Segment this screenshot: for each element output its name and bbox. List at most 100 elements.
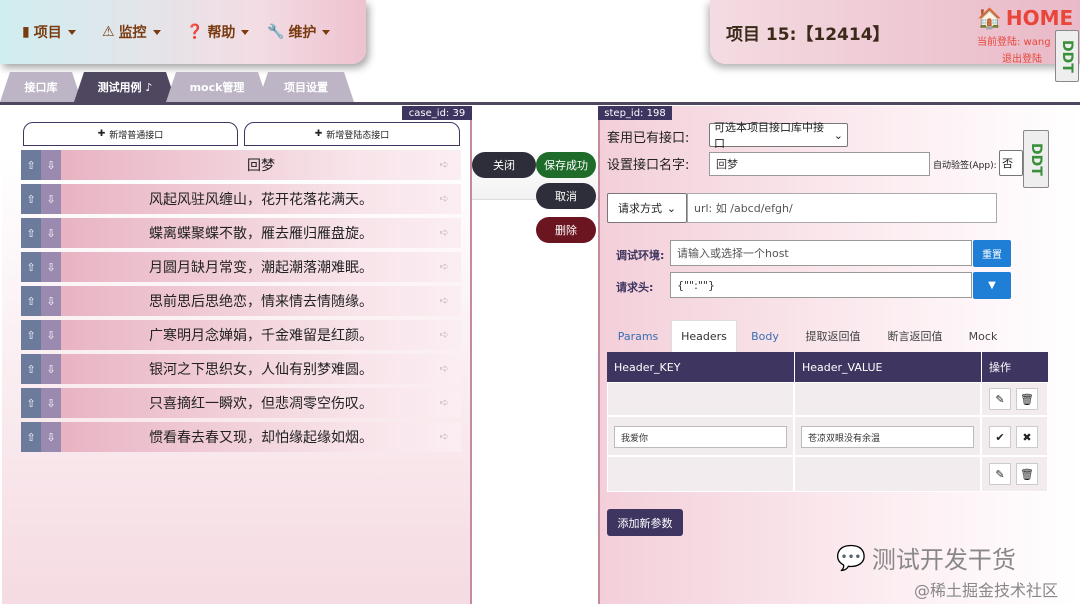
- arrow-down-icon[interactable]: ⇩: [41, 320, 61, 350]
- step-item[interactable]: 广寒明月念婵娟，千金难留是红颜。 ➪: [61, 320, 461, 350]
- tab-params[interactable]: Params: [612, 320, 664, 352]
- watermark-title: 💬 测试开发干货: [836, 540, 1016, 575]
- env-label: 调试环境:: [616, 249, 665, 262]
- nav-item-help[interactable]: ❓ 帮助: [186, 22, 250, 42]
- column-header: Header_KEY: [607, 352, 794, 382]
- delete-button[interactable]: 删除: [536, 217, 596, 243]
- tab-extract[interactable]: 提取返回值: [798, 320, 868, 352]
- tab-headers[interactable]: Headers: [671, 320, 737, 352]
- auto-verify-value: 否: [1002, 157, 1013, 170]
- step-label: 广寒明月念婵娟，千金难留是红颜。: [149, 328, 373, 344]
- tab-body[interactable]: Body: [744, 320, 786, 352]
- warning-icon: ⚠: [102, 24, 115, 40]
- arrow-down-icon[interactable]: ⇩: [41, 184, 61, 214]
- tab-assert[interactable]: 断言返回值: [880, 320, 950, 352]
- ddt-side-badge: DDT: [1023, 130, 1049, 188]
- table-cell: [607, 382, 794, 416]
- house-icon: 🏠: [977, 6, 1002, 30]
- step-item[interactable]: 只喜摘红一瞬欢，但悲凋零空伤叹。 ➪: [61, 388, 461, 418]
- nav-item-monitor[interactable]: ⚠ 监控: [102, 22, 161, 42]
- arrow-right-icon: ➪: [439, 192, 449, 205]
- add-param-button[interactable]: 添加新参数: [607, 509, 683, 536]
- api-name-input[interactable]: 回梦: [709, 152, 930, 176]
- url-input[interactable]: url: 如 /abcd/efgh/: [687, 193, 997, 223]
- nav-item-label: 维护: [288, 25, 317, 41]
- arrow-up-icon[interactable]: ⇧: [21, 320, 41, 350]
- watermark-source: @稀土掘金技术社区: [914, 581, 1059, 600]
- arrow-down-icon[interactable]: ⇩: [41, 286, 61, 316]
- close-button[interactable]: 关闭: [472, 152, 536, 178]
- step-row: ⇧ ⇩ 风起风驻风缠山，花开花落花满天。 ➪: [21, 184, 461, 214]
- current-user: 当前登陆: wang: [977, 37, 1051, 48]
- arrow-right-icon: ➪: [439, 226, 449, 239]
- arrow-down-icon[interactable]: ⇩: [41, 218, 61, 248]
- home-label: HOME: [1005, 6, 1074, 30]
- add-normal-api-button[interactable]: ✚ 新增普通接口: [23, 122, 238, 146]
- edit-icon[interactable]: ✎: [989, 463, 1011, 485]
- table-cell: [794, 456, 981, 492]
- chevron-down-icon: [67, 29, 76, 35]
- step-item[interactable]: 银河之下思织女，人仙有别梦难圆。 ➪: [61, 354, 461, 384]
- header-key-input[interactable]: 我爱你: [614, 426, 787, 448]
- tab-project-settings[interactable]: 项目设置: [258, 72, 354, 102]
- step-item[interactable]: 月圆月缺月常变，潮起潮落潮难眠。 ➪: [61, 252, 461, 282]
- trash-icon[interactable]: 🗑: [1016, 388, 1038, 410]
- close-icon[interactable]: ✖: [1016, 426, 1038, 448]
- arrow-up-icon[interactable]: ⇧: [21, 218, 41, 248]
- caret-down-icon: ▼: [988, 280, 996, 291]
- existing-api-select[interactable]: 可选本项目接口库中接口 ⌄: [709, 121, 848, 150]
- arrow-up-icon[interactable]: ⇧: [21, 422, 41, 452]
- home-link[interactable]: 🏠 HOME: [977, 6, 1073, 30]
- arrow-right-icon: ➪: [439, 396, 449, 409]
- nav-item-label: 监控: [118, 25, 147, 41]
- step-item[interactable]: 回梦 ➪: [61, 150, 461, 180]
- step-item[interactable]: 风起风驻风缠山，花开花落花满天。 ➪: [61, 184, 461, 214]
- arrow-up-icon[interactable]: ⇧: [21, 354, 41, 384]
- add-login-api-button[interactable]: ✚ 新增登陆态接口: [244, 122, 460, 146]
- step-label: 思前思后思绝恋，情来情去情随缘。: [149, 294, 373, 310]
- step-row: ⇧ ⇩ 惯看春去春又现，却怕缘起缘如烟。 ➪: [21, 422, 461, 452]
- arrow-down-icon[interactable]: ⇩: [41, 388, 61, 418]
- tab-mock[interactable]: Mock: [960, 320, 1006, 352]
- env-input[interactable]: 请输入或选择一个host: [670, 240, 972, 266]
- add-normal-label: 新增普通接口: [109, 130, 164, 141]
- method-select[interactable]: 请求方式 ⌄: [607, 193, 687, 223]
- reset-button[interactable]: 重置: [973, 240, 1011, 267]
- step-item[interactable]: 蝶离蝶聚蝶不散，雁去雁归雁盘旋。 ➪: [61, 218, 461, 248]
- save-button[interactable]: 保存成功: [536, 152, 596, 178]
- arrow-up-icon[interactable]: ⇧: [21, 286, 41, 316]
- header-input[interactable]: {"":""}: [670, 272, 972, 298]
- logout-link[interactable]: 退出登陆: [1002, 50, 1042, 65]
- project-title: 项目 15:【12414】: [726, 25, 890, 45]
- edit-icon[interactable]: ✎: [989, 388, 1011, 410]
- header-value-input[interactable]: 苍凉双眼没有余温: [801, 426, 974, 448]
- step-row: ⇧ ⇩ 广寒明月念婵娟，千金难留是红颜。 ➪: [21, 320, 461, 350]
- tab-api-library[interactable]: 接口库: [0, 72, 82, 102]
- step-item[interactable]: 惯看春去春又现，却怕缘起缘如烟。 ➪: [61, 422, 461, 452]
- arrow-down-icon[interactable]: ⇩: [41, 354, 61, 384]
- trash-icon[interactable]: 🗑: [1016, 463, 1038, 485]
- arrow-right-icon: ➪: [439, 158, 449, 171]
- arrow-down-icon[interactable]: ⇩: [41, 252, 61, 282]
- auto-verify-select[interactable]: 否: [999, 150, 1023, 176]
- arrow-up-icon[interactable]: ⇧: [21, 388, 41, 418]
- chevron-down-icon: [241, 29, 250, 35]
- arrow-down-icon[interactable]: ⇩: [41, 150, 61, 180]
- arrow-up-icon[interactable]: ⇧: [21, 184, 41, 214]
- arrow-up-icon[interactable]: ⇧: [21, 252, 41, 282]
- check-icon[interactable]: ✔: [989, 426, 1011, 448]
- tab-test-cases[interactable]: 测试用例 ♪: [74, 72, 176, 102]
- step-item[interactable]: 思前思后思绝恋，情来情去情随缘。 ➪: [61, 286, 461, 316]
- cancel-button[interactable]: 取消: [536, 183, 596, 209]
- add-login-label: 新增登陆态接口: [326, 130, 390, 141]
- nav-item-maintain[interactable]: 🔧 维护: [267, 22, 331, 42]
- use-existing-label: 套用已有接口:: [607, 131, 690, 146]
- arrow-right-icon: ➪: [439, 260, 449, 273]
- arrow-down-icon[interactable]: ⇩: [41, 422, 61, 452]
- step-label: 风起风驻风缠山，花开花落花满天。: [149, 192, 373, 208]
- arrow-up-icon[interactable]: ⇧: [21, 150, 41, 180]
- header-dropdown-button[interactable]: ▼: [973, 272, 1011, 299]
- plus-icon: ✚: [97, 129, 106, 139]
- nav-item-project[interactable]: ▮ 项目: [22, 22, 76, 42]
- tab-mock-manage[interactable]: mock管理: [166, 72, 268, 102]
